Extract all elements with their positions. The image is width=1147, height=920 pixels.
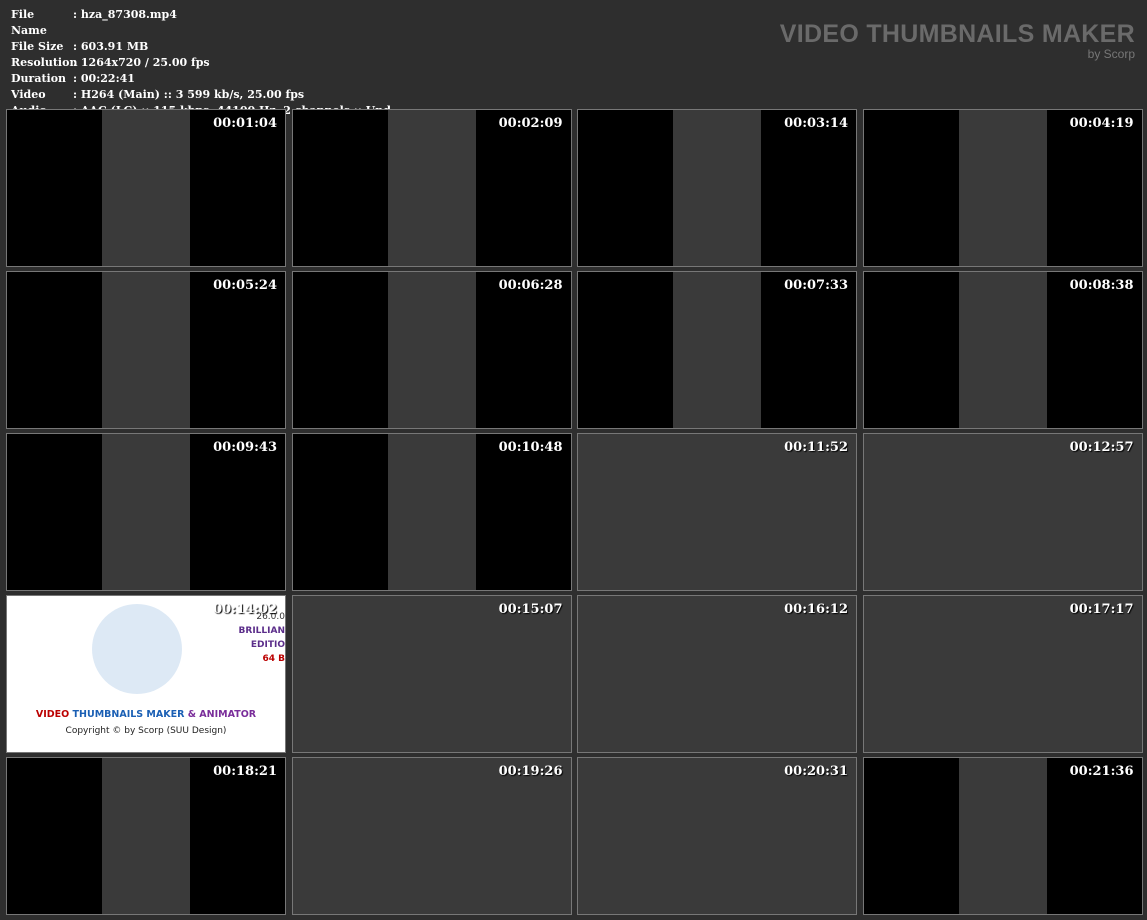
thumbnail[interactable]: 00:16:12 xyxy=(577,595,857,753)
file-info-row: Video : H264 (Main) :: 3 599 kb/s, 25.00 … xyxy=(11,87,391,103)
timestamp: 00:01:04 xyxy=(213,116,277,131)
info-key: File Size xyxy=(11,40,64,53)
video-frame-placeholder xyxy=(102,272,190,428)
edition-label: 26.0.0 BRILLIAN EDITIO 64 B xyxy=(238,612,285,664)
video-frame-placeholder xyxy=(958,110,1047,266)
video-frame-placeholder xyxy=(958,758,1047,914)
video-frame-placeholder xyxy=(863,434,1142,590)
brand-watermark: VIDEO THUMBNAILS MAKER by Scorp xyxy=(780,20,1135,61)
timestamp: 00:03:14 xyxy=(784,116,848,131)
timestamp: 00:20:31 xyxy=(784,764,848,779)
thumbnail[interactable]: 00:09:43 xyxy=(6,433,286,591)
timestamp: 00:21:36 xyxy=(1069,764,1134,779)
thumbnail[interactable]: 00:04:19 xyxy=(862,109,1143,267)
timestamp: 00:14:02 xyxy=(213,602,277,617)
timestamp: 00:15:07 xyxy=(498,602,563,617)
thumbnail[interactable]: 00:08:38 xyxy=(862,271,1143,429)
file-info-row: File Name : hza_87308.mp4 xyxy=(11,7,391,39)
thumbnail[interactable]: 00:21:36 xyxy=(862,757,1143,915)
video-frame-placeholder xyxy=(292,596,571,752)
thumbnail[interactable]: 00:01:04 xyxy=(6,109,286,267)
info-value: : 00:22:41 xyxy=(73,72,135,85)
info-key: Resolution xyxy=(11,56,78,69)
timestamp: 00:11:52 xyxy=(784,440,848,455)
timestamp: 00:08:38 xyxy=(1069,278,1134,293)
info-key: Video xyxy=(11,88,46,101)
info-key: File Name xyxy=(11,8,47,37)
thumbnail[interactable]: 00:18:21 xyxy=(6,757,286,915)
owl-logo-icon xyxy=(92,604,182,694)
timestamp: 00:17:17 xyxy=(1069,602,1134,617)
thumbnail[interactable]: 00:20:31 xyxy=(577,757,857,915)
timestamp: 00:04:19 xyxy=(1069,116,1134,131)
video-frame-placeholder xyxy=(102,434,190,590)
timestamp: 00:05:24 xyxy=(213,278,277,293)
thumbnail[interactable]: 00:11:52 xyxy=(577,433,857,591)
timestamp: 00:18:21 xyxy=(213,764,277,779)
info-value: : hza_87308.mp4 xyxy=(73,8,177,21)
file-info: File Name : hza_87308.mp4 File Size : 603.9… xyxy=(11,7,391,119)
thumbnail[interactable]: 00:12:57 xyxy=(862,433,1143,591)
file-info-row: File Size : 603.91 MB xyxy=(11,39,391,55)
timestamp: 00:10:48 xyxy=(498,440,563,455)
info-value: : 1264x720 / 25.00 fps xyxy=(73,56,210,69)
timestamp: 00:09:43 xyxy=(213,440,277,455)
video-frame-placeholder xyxy=(673,110,761,266)
file-info-row: Resolution: 1264x720 / 25.00 fps xyxy=(11,55,391,71)
timestamp: 00:06:28 xyxy=(498,278,563,293)
video-frame-placeholder xyxy=(387,272,476,428)
logo-copyright: Copyright © by Scorp (SUU Design) xyxy=(65,726,227,736)
file-info-row: Duration : 00:22:41 xyxy=(11,71,391,87)
timestamp: 00:12:57 xyxy=(1069,440,1134,455)
thumbnail[interactable]: 00:07:33 xyxy=(577,271,857,429)
thumbnail[interactable]: 00:03:14 xyxy=(577,109,857,267)
video-frame-placeholder xyxy=(387,110,476,266)
info-value: : 603.91 MB xyxy=(73,40,149,53)
timestamp: 00:02:09 xyxy=(498,116,563,131)
video-frame-placeholder xyxy=(578,758,856,914)
video-frame-placeholder xyxy=(102,110,190,266)
thumbnail[interactable]: 00:06:28 xyxy=(291,271,572,429)
thumbnail[interactable]: 00:19:26 xyxy=(291,757,572,915)
info-value: : H264 (Main) :: 3 599 kb/s, 25.00 fps xyxy=(73,88,305,101)
thumbnail[interactable]: 26.0.0 BRILLIAN EDITIO 64 B VIDEO THUMBNAIL… xyxy=(6,595,286,753)
thumbnail[interactable]: 00:15:07 xyxy=(291,595,572,753)
video-frame-placeholder xyxy=(673,272,761,428)
logo-title: VIDEO THUMBNAILS MAKER & ANIMATOR xyxy=(35,709,257,720)
brand-title: VIDEO THUMBNAILS MAKER xyxy=(779,20,1135,48)
timestamp: 00:16:12 xyxy=(784,602,848,617)
brand-subtitle: by Scorp xyxy=(1087,47,1135,61)
video-frame-placeholder xyxy=(387,434,476,590)
video-frame-placeholder xyxy=(958,272,1047,428)
info-key: Duration xyxy=(11,72,67,85)
timestamp: 00:07:33 xyxy=(784,278,848,293)
video-frame-placeholder xyxy=(292,758,571,914)
thumbnail[interactable]: 00:10:48 xyxy=(291,433,572,591)
thumbnail-grid: 00:01:04 00:02:09 00:03:14 00:04:19 00:05:24… xyxy=(6,109,1143,915)
video-frame-placeholder xyxy=(102,758,190,914)
timestamp: 00:19:26 xyxy=(498,764,563,779)
video-frame-placeholder xyxy=(578,434,856,590)
thumbnail[interactable]: 00:02:09 xyxy=(291,109,572,267)
thumbnail[interactable]: 00:05:24 xyxy=(6,271,286,429)
video-frame-placeholder xyxy=(863,596,1142,752)
thumbnail[interactable]: 00:17:17 xyxy=(862,595,1143,753)
video-frame-placeholder xyxy=(578,596,856,752)
